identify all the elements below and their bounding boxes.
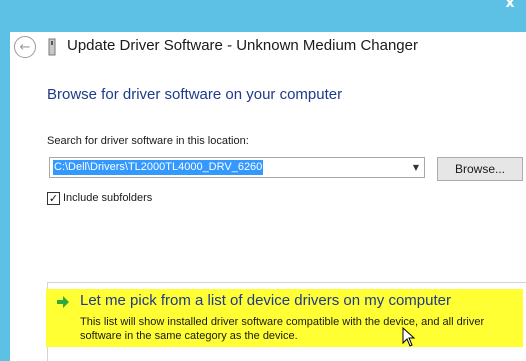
dialog-content: Browse for driver software on your compu… [10, 66, 526, 361]
dialog-header: ← Update Driver Software - Unknown Mediu… [10, 32, 526, 66]
include-subfolders-option[interactable]: ✓ Include subfolders [47, 190, 152, 206]
driver-path-value[interactable]: C:\Dell\Drivers\TL2000TL4000_DRV_6260 [53, 160, 264, 175]
pick-from-list-link[interactable]: Let me pick from a list of device driver… [80, 292, 451, 309]
include-subfolders-label: Include subfolders [63, 192, 153, 204]
page-title: Browse for driver software on your compu… [47, 86, 343, 103]
device-icon [48, 38, 56, 56]
mouse-pointer-icon [402, 327, 416, 347]
green-arrow-icon [57, 296, 69, 308]
back-button[interactable]: ← [14, 36, 36, 58]
browse-button[interactable]: Browse... [437, 157, 523, 181]
update-driver-window: x ← Update Driver Software - Unknown Med… [0, 0, 526, 361]
window-top-frame: x [0, 0, 526, 32]
window-title: Update Driver Software - Unknown Medium … [67, 37, 418, 54]
search-location-label: Search for driver software in this locat… [47, 135, 249, 147]
back-arrow-icon: ← [19, 39, 31, 55]
chevron-down-icon[interactable]: ▼ [410, 161, 422, 174]
driver-path-combobox[interactable]: C:\Dell\Drivers\TL2000TL4000_DRV_6260 ▼ [49, 157, 425, 178]
pick-from-list-description: This list will show installed driver sof… [80, 316, 485, 342]
include-subfolders-checkbox[interactable]: ✓ [47, 191, 60, 205]
close-button[interactable]: x [500, 0, 520, 10]
